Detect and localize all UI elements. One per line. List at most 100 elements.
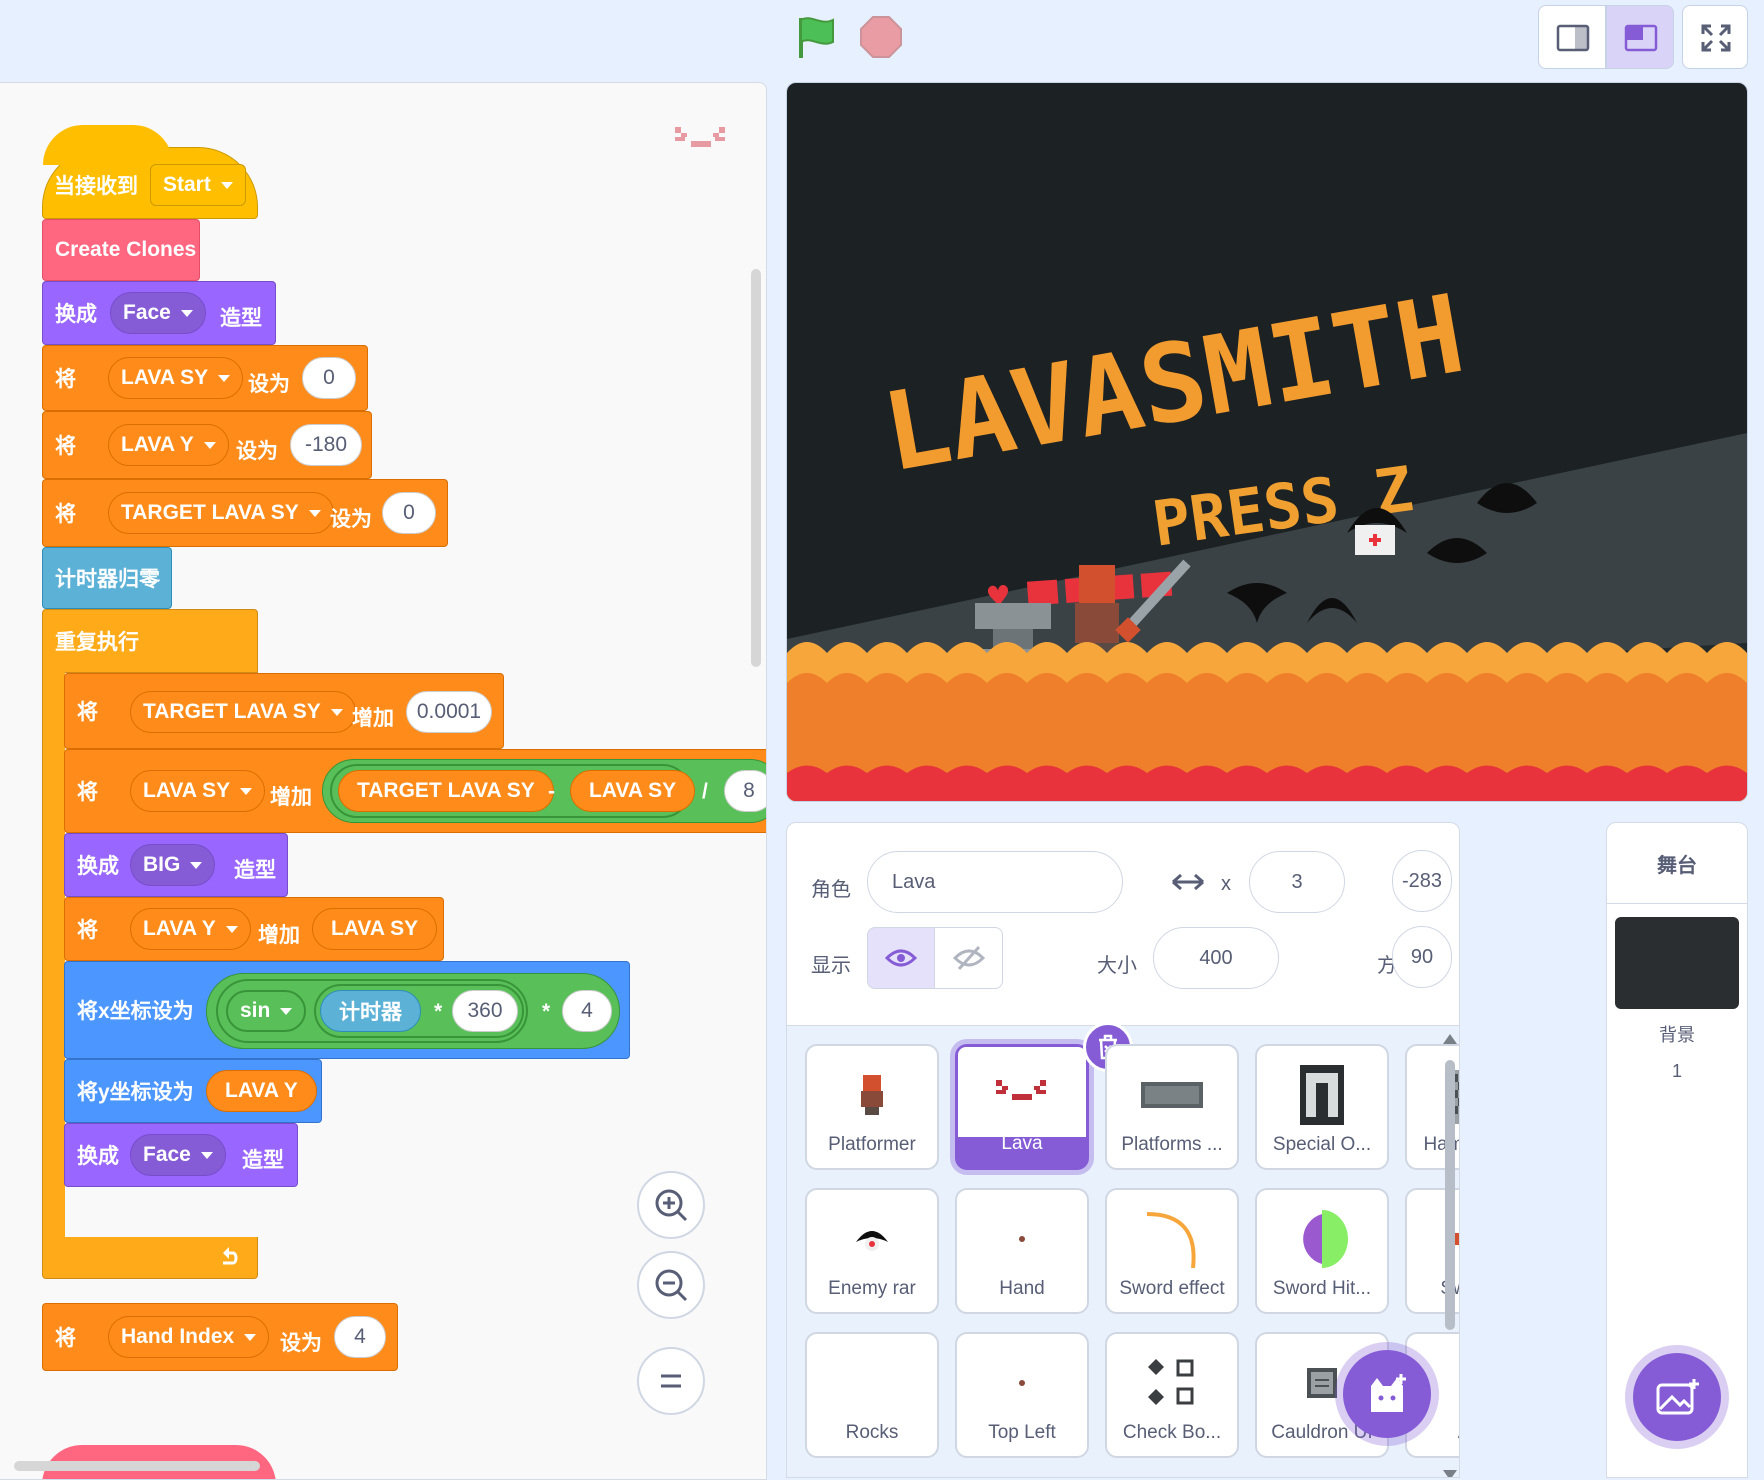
stage-canvas[interactable]: LAVASMITH PRESS Z ♥ xyxy=(786,82,1748,802)
variable-dropdown-hand-index[interactable]: Hand Index xyxy=(108,1316,270,1358)
sprite-tile[interactable]: Sword Hit... xyxy=(1255,1188,1389,1314)
message-dropdown[interactable]: Start xyxy=(150,164,246,206)
horizontal-scrollbar[interactable] xyxy=(14,1461,260,1471)
variable-dropdown-target-lava-sy[interactable]: TARGET LAVA SY xyxy=(130,691,356,733)
sprite-name-input[interactable]: Lava xyxy=(867,851,1123,913)
times-sign: * xyxy=(542,1000,551,1023)
backdrops-label: 背景 xyxy=(1659,1025,1695,1045)
zoom-reset-button[interactable] xyxy=(637,1347,705,1415)
x-label: x xyxy=(1221,873,1231,895)
variable-dropdown-lava-sy[interactable]: LAVA SY xyxy=(108,357,244,399)
value-input[interactable]: 4 xyxy=(334,1316,386,1358)
hide-sprite-button[interactable] xyxy=(935,927,1003,989)
reporter-lava-y[interactable]: LAVA Y xyxy=(206,1070,317,1112)
costume-label: 造型 xyxy=(220,307,262,330)
reporter-lava-sy[interactable]: LAVA SY xyxy=(570,770,696,812)
zoom-out-button[interactable] xyxy=(637,1251,705,1319)
sprite-name: Platforms ... xyxy=(1121,1134,1223,1155)
forever-block[interactable]: 重复执行 xyxy=(42,609,258,673)
direction-input[interactable]: 90 xyxy=(1392,926,1452,988)
add-backdrop-button[interactable] xyxy=(1633,1353,1721,1441)
code-area[interactable]: 当接收到 Start Create Clones 换成 Face 造型 将 LA… xyxy=(0,82,767,1480)
large-stage-button[interactable] xyxy=(1606,5,1674,69)
eye-slash-icon xyxy=(952,945,985,971)
x-input[interactable]: 3 xyxy=(1249,851,1345,913)
vertical-scrollbar[interactable] xyxy=(751,269,761,667)
sprite-name: Platformer xyxy=(828,1134,916,1155)
times-sign: * xyxy=(434,1000,443,1023)
create-clones-block[interactable]: Create Clones xyxy=(42,219,200,281)
backdrops-count: 1 xyxy=(1671,1061,1682,1081)
sprite-tile[interactable]: Sword effect xyxy=(1105,1188,1239,1314)
sprite-tile[interactable]: Rocks xyxy=(805,1332,939,1458)
sword-hit-sprite-icon xyxy=(1303,1210,1348,1268)
size-input[interactable]: 400 xyxy=(1153,927,1279,989)
sprite-tile[interactable]: Enemy rar xyxy=(805,1188,939,1314)
variable-dropdown-lava-sy[interactable]: LAVA SY xyxy=(130,770,266,812)
costume-label: 造型 xyxy=(242,1149,284,1172)
reporter-timer[interactable]: 计时器 xyxy=(320,990,421,1032)
show-sprite-button[interactable] xyxy=(867,927,935,989)
value-input[interactable]: 0 xyxy=(302,357,356,399)
small-stage-button[interactable] xyxy=(1538,5,1606,69)
costume-dropdown[interactable]: Face xyxy=(110,292,206,334)
sprite-name: A... xyxy=(1411,1422,1459,1444)
math-function-dropdown[interactable]: sin xyxy=(226,990,307,1032)
reporter-target-lava-sy[interactable]: TARGET LAVA SY xyxy=(338,770,554,812)
stage-thumbnail[interactable] xyxy=(1615,917,1739,1009)
variable-dropdown-lava-y[interactable]: LAVA Y xyxy=(130,908,251,950)
sword-effect-sprite-icon xyxy=(1146,1212,1196,1269)
value-input[interactable]: 0.0001 xyxy=(406,691,492,733)
equals-icon xyxy=(661,1374,681,1388)
reset-timer-block[interactable]: 计时器归零 xyxy=(42,547,172,609)
sprite-tile[interactable]: Platforms ... xyxy=(1105,1044,1239,1170)
zoom-in-icon xyxy=(655,1189,688,1222)
scroll-down-icon[interactable] xyxy=(1441,1468,1459,1478)
value-input[interactable]: 0 xyxy=(382,492,436,534)
value-input[interactable]: 4 xyxy=(562,990,612,1032)
hat-cap xyxy=(43,125,173,165)
size-label: 大小 xyxy=(1097,955,1137,977)
zoom-in-button[interactable] xyxy=(637,1171,705,1239)
y-input[interactable]: -283 xyxy=(1392,850,1452,912)
image-plus-icon xyxy=(1656,1379,1699,1415)
add-sprite-button[interactable] xyxy=(1343,1350,1431,1438)
variable-dropdown-lava-y[interactable]: LAVA Y xyxy=(108,424,229,466)
stage-panel[interactable]: 舞台 背景 1 xyxy=(1606,822,1748,1478)
costume-dropdown[interactable]: Face xyxy=(130,1134,226,1176)
sprite-tile-selected[interactable]: Lava xyxy=(955,1044,1089,1170)
set-to-label: 设为 xyxy=(236,440,278,463)
variable-dropdown-target-lava-sy[interactable]: TARGET LAVA SY xyxy=(108,492,334,534)
horizontal-arrows-icon xyxy=(1172,873,1204,891)
forever-foot xyxy=(42,1237,258,1279)
sprite-tile[interactable]: Hand xyxy=(955,1188,1089,1314)
sprite-tile[interactable]: Platformer xyxy=(805,1044,939,1170)
set-to-label: 设为 xyxy=(330,508,372,531)
sprite-name: Rocks xyxy=(845,1422,899,1443)
costume-dropdown[interactable]: BIG xyxy=(130,844,216,886)
hand-sprite-icon xyxy=(1019,1236,1025,1242)
change-by-label: 增加 xyxy=(258,924,300,947)
sprite-face-icon xyxy=(673,123,729,160)
special-object-sprite-icon xyxy=(1300,1065,1344,1125)
sprite-tile[interactable]: Check Bo... xyxy=(1105,1332,1239,1458)
stop-icon[interactable] xyxy=(858,14,904,60)
value-input[interactable]: -180 xyxy=(290,424,362,466)
green-flag-icon[interactable] xyxy=(793,14,839,60)
sprite-name: Enemy rar xyxy=(828,1278,916,1299)
value-input[interactable]: 8 xyxy=(724,770,766,812)
sprite-tile[interactable]: Special O... xyxy=(1255,1044,1389,1170)
lava-sprite-icon xyxy=(996,1080,1046,1100)
sprite-list-scrollbar[interactable] xyxy=(1445,1060,1455,1330)
reporter-lava-sy[interactable]: LAVA SY xyxy=(312,908,438,950)
game-scene: LAVASMITH PRESS Z ♥ xyxy=(787,272,1747,801)
set-to-label: 设为 xyxy=(280,1332,322,1355)
fullscreen-button[interactable] xyxy=(1682,5,1748,69)
sprite-tile[interactable]: Top Left xyxy=(955,1332,1089,1458)
value-input[interactable]: 360 xyxy=(452,990,518,1032)
enemy-sprite-icon xyxy=(856,1231,888,1251)
stage-title: 舞台 xyxy=(1607,823,1747,904)
eye-icon xyxy=(885,949,917,967)
scroll-up-icon[interactable] xyxy=(1441,1032,1459,1046)
sprite-info-panel: 角色 Lava x 3 y 显示 大小 400 方向 Platformer La… xyxy=(786,822,1460,1478)
